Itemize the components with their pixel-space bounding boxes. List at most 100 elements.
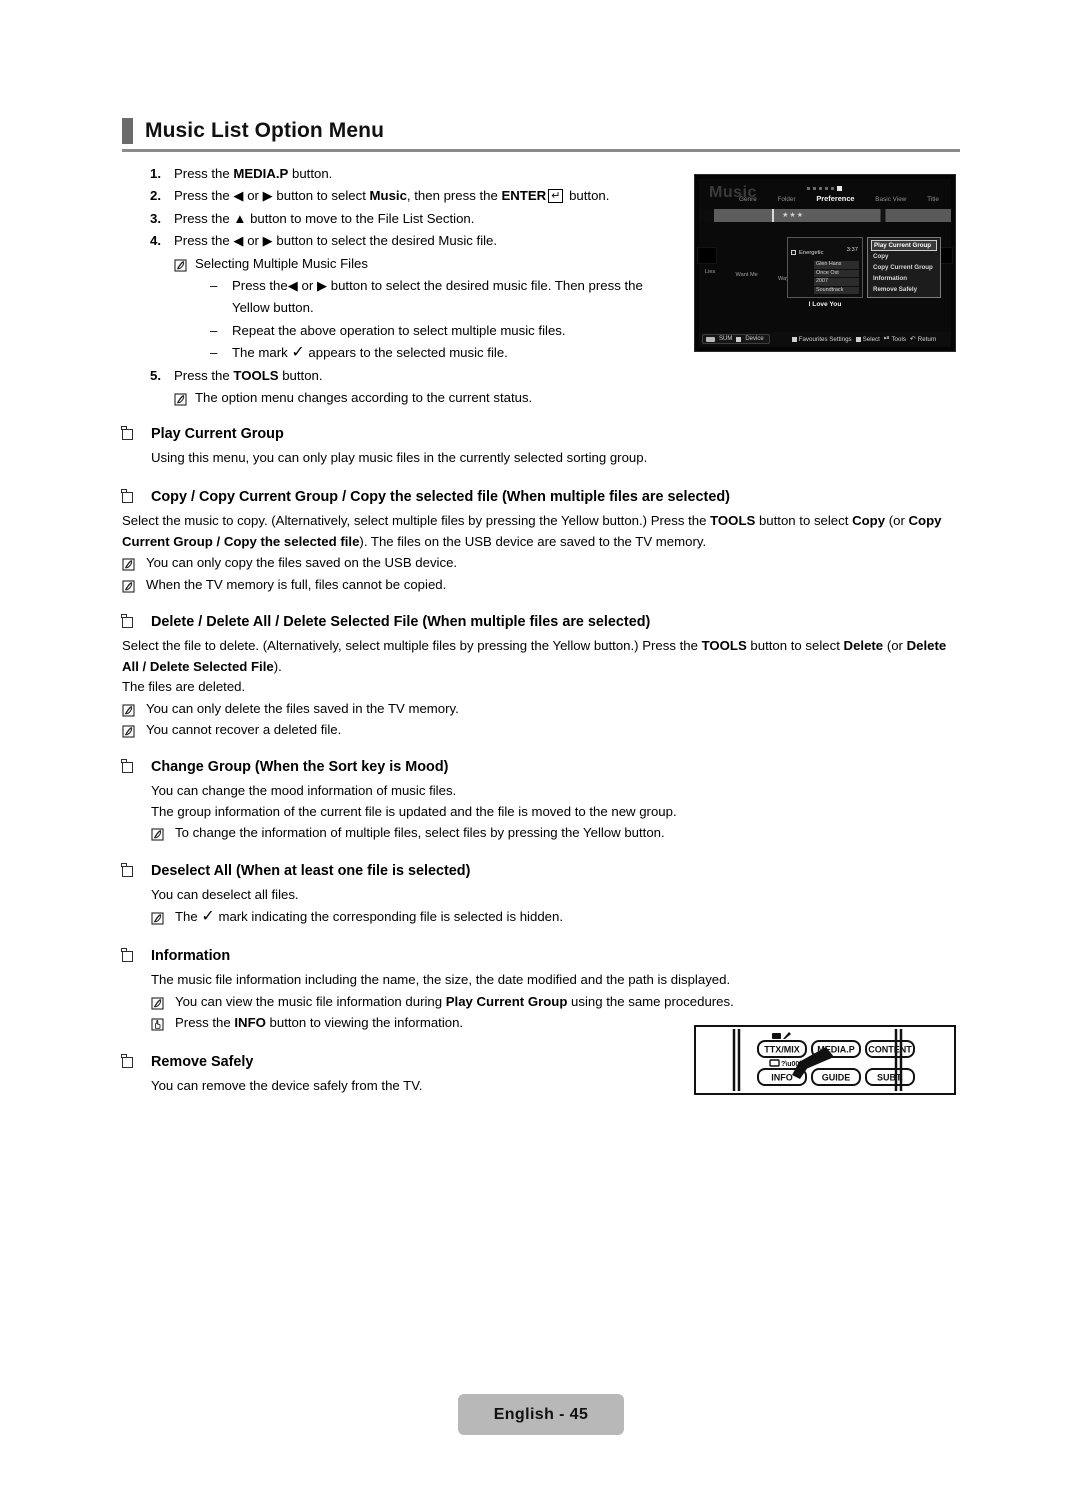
remote-btn-content-label: CONTENT xyxy=(868,1045,912,1055)
step2-d: , then press the xyxy=(406,188,502,204)
tv-detail-album: Once Ost xyxy=(814,269,859,278)
d3-a: The mark xyxy=(232,345,292,361)
note-text: You can only delete the files saved in t… xyxy=(146,700,459,716)
dash-marker: – xyxy=(210,322,218,338)
step-text: Press the ▲ button to move to the File L… xyxy=(174,208,680,230)
section-paragraph: Using this menu, you can only play music… xyxy=(151,450,648,465)
section-heading: Change Group (When the Sort key is Mood) xyxy=(151,759,449,775)
tv-sort-tab-genre[interactable]: Genre xyxy=(739,196,757,203)
section-play-current-group: Play Current Group Using this menu, you … xyxy=(121,424,960,469)
teletext-icon xyxy=(772,1032,791,1039)
del-delete-bold: Delete xyxy=(843,638,884,653)
dash-marker: – xyxy=(210,278,218,294)
step2-b: or xyxy=(243,188,263,204)
tv-sort-tab-folder[interactable]: Folder xyxy=(777,196,795,203)
remote-btn-subt-label: SUBT. xyxy=(877,1073,903,1083)
step4-dash-1: – Press the◀ or ▶ button to select the d… xyxy=(210,275,680,320)
step4-dash3-text: The mark ✓ appears to the selected music… xyxy=(232,342,508,364)
title-accent-bar xyxy=(122,118,133,144)
deselect-a: The xyxy=(175,908,202,924)
section-body: You can deselect all files. The ✓ mark i… xyxy=(151,885,960,927)
deselect-b: mark indicating the corresponding file i… xyxy=(214,908,563,924)
tv-file-caption-lies: Lies xyxy=(705,269,716,275)
tv-thumbnail-left[interactable] xyxy=(697,247,717,264)
procedure-steps: 1. Press the MEDIA.P button. 2. Press th… xyxy=(150,163,680,409)
section-body: You can change the mood information of m… xyxy=(151,781,960,844)
note-pencil-icon xyxy=(174,389,195,411)
tv-sort-tab-title[interactable]: Title xyxy=(927,196,939,203)
tv-legend-favourites[interactable]: Favourites Settings xyxy=(791,335,852,343)
note-pencil-icon xyxy=(151,994,175,1015)
note-row: You can view the music file information … xyxy=(151,992,960,1013)
right-arrow-icon: ▶ xyxy=(262,188,273,204)
tv-strip-marker xyxy=(772,209,775,222)
tv-rating-stars: ★★★ xyxy=(782,212,804,219)
section-body: Using this menu, you can only play music… xyxy=(151,448,960,469)
step3-b: button to move to the File List Section. xyxy=(246,210,475,226)
step2-a: Press the xyxy=(174,188,234,204)
section-heading: Deselect All (When at least one file is … xyxy=(151,863,471,879)
tv-thumbnail-right[interactable] xyxy=(939,247,953,264)
tv-menu-item-copy-current-group[interactable]: Copy Current Group xyxy=(871,262,937,273)
tv-menu-item-information[interactable]: Information xyxy=(871,273,937,284)
note-text: Press the INFO button to viewing the inf… xyxy=(175,1013,463,1034)
tv-legend-favourites-label: Favourites Settings xyxy=(798,335,852,343)
step2-music-bold: Music xyxy=(369,188,407,204)
page-title-block: Music List Option Menu xyxy=(122,118,960,152)
note-pencil-icon xyxy=(151,825,175,846)
tv-select-checkbox[interactable] xyxy=(791,250,796,255)
tv-menu-item-copy[interactable]: Copy xyxy=(871,251,937,262)
section-bullet-icon xyxy=(121,863,133,877)
tv-option-menu: Play Current Group Copy Copy Current Gro… xyxy=(867,237,941,298)
step4-note-text: Selecting Multiple Music Files xyxy=(195,255,368,271)
tv-sort-tab-basic-view[interactable]: Basic View xyxy=(875,196,906,203)
tv-legend-return[interactable]: ↶ Return xyxy=(910,335,936,344)
note-text: To change the information of multiple fi… xyxy=(175,825,665,840)
step3-a: Press the xyxy=(174,210,234,226)
step4-dash-2: – Repeat the above operation to select m… xyxy=(210,320,680,342)
section-paragraph: You can deselect all files. xyxy=(151,887,299,902)
note-text: You can only copy the files saved on the… xyxy=(146,555,458,570)
info-n2a: You can view the music file information … xyxy=(175,993,446,1009)
note-pencil-icon xyxy=(122,701,146,722)
note-row: When the TV memory is full, files cannot… xyxy=(122,575,960,596)
step4-c: button to select the desired Music file. xyxy=(272,233,498,249)
step-number: 5. xyxy=(150,367,161,383)
enter-key-icon: ↵ xyxy=(548,189,564,204)
right-arrow-icon: ▶ xyxy=(316,278,328,294)
remote-control-illustration: ?\u00b6 TTX/MIX MEDIA.P CONTENT INFO GUI… xyxy=(694,1025,956,1095)
tv-detail-artist: Glen Hans xyxy=(814,261,859,270)
tv-legend-select-label: Select xyxy=(862,335,880,343)
checkmark-icon: ✓ xyxy=(201,907,215,925)
tv-detail-duration: 3:37 xyxy=(846,247,858,253)
tv-file-detail-panel: Energetic 3:37 Glen Hans Once Ost 2007 S… xyxy=(787,237,863,308)
info-n3a: Press the xyxy=(175,1015,235,1030)
dash-marker: – xyxy=(210,345,218,361)
tv-menu-item-play-current-group[interactable]: Play Current Group xyxy=(871,240,937,251)
step4-dash2-text: Repeat the above operation to select mul… xyxy=(232,322,566,338)
legend-square-icon xyxy=(791,336,797,342)
section-heading-row: Copy / Copy Current Group / Copy the sel… xyxy=(121,487,960,507)
d1-a: Press the xyxy=(232,278,288,294)
step1-bold: MEDIA.P xyxy=(233,166,289,181)
copy-copy-bold: Copy xyxy=(852,513,886,528)
tv-bottom-bar: SUM Device Favourites Settings Select ⏯ T… xyxy=(699,332,951,346)
tv-legend-select[interactable]: Select xyxy=(855,335,880,343)
tv-source-chip[interactable]: SUM Device xyxy=(702,334,770,344)
tv-page-dots xyxy=(807,186,842,191)
tv-menu-item-remove-safely[interactable]: Remove Safely xyxy=(871,284,937,295)
tv-sort-tab-preference[interactable]: Preference xyxy=(816,194,854,203)
section-bullet-icon xyxy=(121,426,133,440)
tv-file-captions: Lies Want Me Way xyxy=(705,269,789,282)
copy-tools-bold: TOOLS xyxy=(710,513,756,528)
info-bold: INFO xyxy=(234,1015,266,1030)
title-divider xyxy=(122,149,960,152)
section-heading: Play Current Group xyxy=(151,426,284,442)
tv-detail-meta: Glen Hans Once Ost 2007 Soundtrack xyxy=(814,261,859,295)
section-copy: Copy / Copy Current Group / Copy the sel… xyxy=(121,487,960,595)
section-body: Select the music to copy. (Alternatively… xyxy=(122,511,960,595)
step2-c: button to select xyxy=(272,188,370,204)
dot-active xyxy=(837,186,842,191)
tv-legend-tools[interactable]: ⏯ Tools xyxy=(884,335,906,343)
left-arrow-icon: ◀ xyxy=(233,188,244,204)
